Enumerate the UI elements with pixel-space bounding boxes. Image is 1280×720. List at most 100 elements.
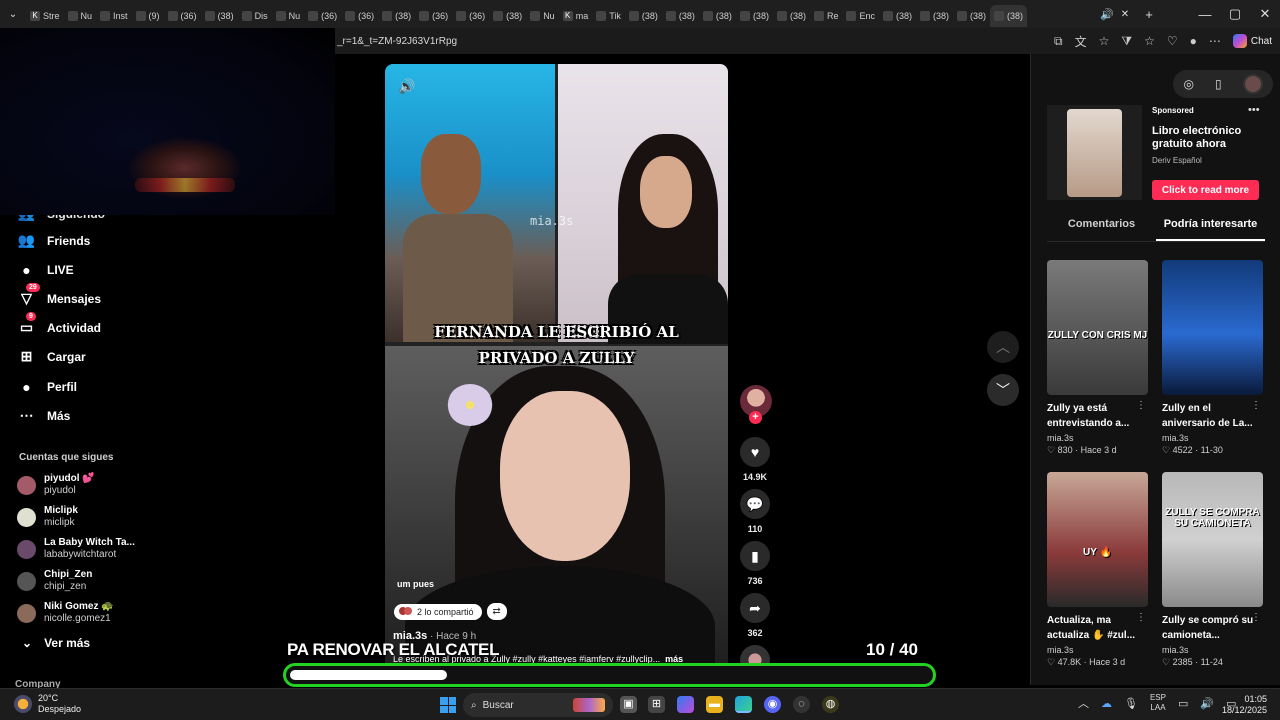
favorite-star-icon[interactable]: ☆	[1099, 34, 1110, 48]
share-button[interactable]: ➦ 362	[736, 593, 774, 638]
previous-video-button[interactable]: ︿	[987, 331, 1019, 363]
recommended-video-card[interactable]: ZULLY SE COMPRA SU CAMIONETA Zully se com…	[1162, 472, 1263, 668]
recommended-video-card[interactable]: Zully en el aniversario de La... ⋮ mia.3s ♡…	[1162, 260, 1263, 456]
video-thumbnail[interactable]: ZULLY CON CRIS MJ	[1047, 260, 1148, 395]
browser-tab[interactable]: Enc	[842, 5, 879, 27]
weather-widget[interactable]: 20°C Despejado	[14, 693, 81, 715]
copilot-app-icon[interactable]	[677, 696, 694, 713]
browser-tab[interactable]: (38)	[879, 5, 916, 27]
maximize-button[interactable]: ▢	[1220, 0, 1250, 28]
tray-expand-icon[interactable]: ︿	[1078, 695, 1089, 711]
browser-tab[interactable]: (38)	[625, 5, 662, 27]
sidebar-item-más[interactable]: ⋯ Más	[18, 407, 71, 424]
card-menu-icon[interactable]: ⋮	[1251, 612, 1261, 623]
card-menu-icon[interactable]: ⋮	[1136, 400, 1146, 411]
browser-tab[interactable]: (38)	[953, 5, 990, 27]
followed-account[interactable]: La Baby Witch Ta... lababywitchtarot	[17, 537, 135, 561]
sidebar-item-actividad[interactable]: ▭ 9 Actividad	[18, 312, 101, 336]
followed-account[interactable]: Chipi_Zen chipi_zen	[17, 569, 92, 593]
coin-icon[interactable]: ◎	[1183, 77, 1193, 91]
cloud-icon[interactable]: ☁	[1101, 697, 1112, 710]
browser-essentials-icon[interactable]: ♡	[1167, 34, 1178, 48]
repost-icon[interactable]: ⇄	[486, 603, 507, 620]
clock[interactable]: 01:05 18/12/2025	[1222, 694, 1267, 716]
browser-tab[interactable]: (38)	[916, 5, 953, 27]
comment-button[interactable]: 💬 110	[736, 489, 774, 534]
device-icon[interactable]: ▯	[1215, 77, 1222, 91]
video-author[interactable]: mia.3s	[1162, 645, 1263, 655]
ad-cta-button[interactable]: Click to read more	[1152, 180, 1259, 200]
video-title[interactable]: Zully ya está entrevistando a...	[1047, 401, 1139, 431]
video-thumbnail[interactable]: UY 🔥	[1047, 472, 1148, 607]
video-title[interactable]: Zully se compró su camioneta...	[1162, 613, 1254, 643]
minimize-button[interactable]: —	[1190, 0, 1220, 28]
obs-icon[interactable]: ◌	[793, 696, 810, 713]
video-title[interactable]: Actualiza, ma actualiza ✋ #zul...	[1047, 613, 1139, 643]
settings-more-icon[interactable]: ⋯	[1209, 34, 1221, 48]
tab-audio-icon[interactable]: 🔊	[1098, 0, 1116, 28]
browser-tab[interactable]: (38)	[662, 5, 699, 27]
save-button[interactable]: ▮ 736	[736, 541, 774, 586]
shared-pill[interactable]: 2 lo compartió	[394, 603, 482, 620]
browser-tab[interactable]: (38)	[699, 5, 736, 27]
start-button[interactable]	[440, 697, 456, 713]
browser-tab[interactable]: (36)	[415, 5, 452, 27]
file-explorer-icon[interactable]: ▬	[706, 696, 723, 713]
browser-tab[interactable]: Tik	[592, 5, 625, 27]
video-author[interactable]: mia.3s	[1047, 645, 1148, 655]
next-video-button[interactable]: ﹀	[987, 374, 1019, 406]
browser-tab[interactable]: (36)	[341, 5, 378, 27]
recommended-video-card[interactable]: ZULLY CON CRIS MJ Zully ya está entrevist…	[1047, 260, 1148, 456]
tab-close-button[interactable]: ✕	[1116, 0, 1134, 28]
video-thumbnail[interactable]: ZULLY SE COMPRA SU CAMIONETA	[1162, 472, 1263, 607]
browser-tab[interactable]: Re	[810, 5, 843, 27]
followed-account[interactable]: Miclipk miclipk	[17, 505, 78, 529]
browser-tab[interactable]: (9)	[132, 5, 164, 27]
sidebar-item-perfil[interactable]: ● Perfil	[18, 378, 77, 395]
profile-icon[interactable]: ●	[1190, 34, 1197, 48]
ad-menu-icon[interactable]: •••	[1248, 104, 1260, 116]
browser-tab[interactable]: Nu	[272, 5, 305, 27]
browser-tab[interactable]: Nu	[526, 5, 559, 27]
ad-image[interactable]	[1047, 105, 1142, 200]
sidebar-item-friends[interactable]: 👥 Friends	[18, 232, 91, 249]
browser-tab[interactable]: (38)	[201, 5, 238, 27]
like-button[interactable]: ♥ 14.9K	[736, 437, 774, 482]
browser-tab[interactable]: K Stre	[26, 5, 64, 27]
volume-icon[interactable]: 🔊	[398, 78, 415, 95]
extensions-icon[interactable]: ⧩	[1121, 34, 1132, 49]
volume-icon[interactable]: 🔊	[1200, 697, 1214, 710]
browser-tab[interactable]: Inst	[96, 5, 132, 27]
sidebar-item-cargar[interactable]: ⊞ Cargar	[18, 348, 86, 365]
sidebar-item-live[interactable]: ● LIVE	[18, 261, 73, 278]
browser-tab[interactable]: (36)	[304, 5, 341, 27]
browser-tab[interactable]: (38)	[736, 5, 773, 27]
video-title[interactable]: Zully en el aniversario de La...	[1162, 401, 1254, 431]
url-text[interactable]: _r=1&_t=ZM-92J63V1rRpg	[337, 36, 457, 47]
browser-tab[interactable]: Dis	[238, 5, 272, 27]
video-author[interactable]: mia.3s	[1047, 433, 1148, 443]
taskbar-search[interactable]: ⌕ Buscar	[463, 693, 613, 717]
shared-by[interactable]: 2 lo compartió ⇄	[394, 603, 507, 620]
browser-tab[interactable]: (38)	[990, 4, 1028, 27]
browser-tab[interactable]: (38)	[773, 5, 810, 27]
followed-account[interactable]: Niki Gomez 🐢 nicolle.gomez1	[17, 601, 114, 625]
translate-icon[interactable]: 文	[1075, 33, 1087, 50]
see-more-button[interactable]: ⌄ Ver más	[22, 636, 90, 650]
close-window-button[interactable]: ✕	[1250, 0, 1280, 28]
card-menu-icon[interactable]: ⋮	[1251, 400, 1261, 411]
browser-tab[interactable]: (38)	[378, 5, 415, 27]
recommended-video-card[interactable]: UY 🔥 Actualiza, ma actualiza ✋ #zul... ⋮ mi…	[1047, 472, 1148, 668]
avatar[interactable]	[1242, 74, 1263, 94]
mic-icon[interactable]: 🎙	[1124, 697, 1138, 710]
sidebar-item-mensajes[interactable]: ▽ 29 Mensajes	[18, 283, 101, 307]
copilot-chat-button[interactable]: Chat	[1232, 34, 1272, 48]
followed-account[interactable]: piyudol 💕 piyudol	[17, 473, 95, 497]
browser-tab[interactable]: Kma	[559, 5, 593, 27]
open-app-icon[interactable]: ⧉	[1054, 34, 1063, 49]
display-icon[interactable]: ▭	[1178, 697, 1188, 710]
browser-tab[interactable]: (36)	[452, 5, 489, 27]
follow-plus-icon[interactable]: +	[749, 411, 762, 424]
task-view-icon[interactable]: ▣	[620, 696, 637, 713]
tab-actions-icon[interactable]: ⌄	[0, 0, 26, 28]
